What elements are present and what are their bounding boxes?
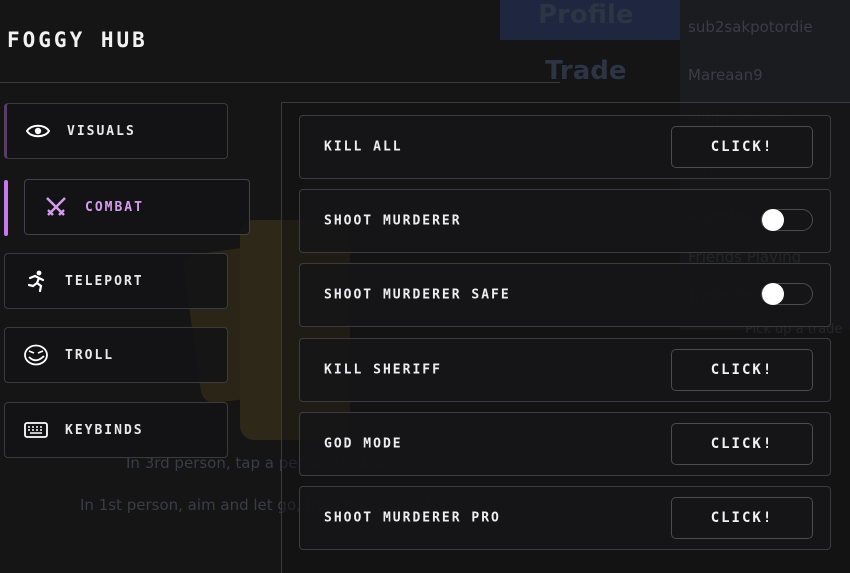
item-shoot-murderer: SHOOT MURDERER — [299, 189, 831, 253]
tab-keybinds[interactable]: KEYBINDS — [4, 402, 228, 458]
running-person-icon — [23, 268, 49, 294]
bg-player-1: sub2sakpotordie — [688, 18, 813, 36]
hub-title: FOGGY HUB — [7, 28, 148, 52]
item-kill-sheriff: KILL SHERIFF CLICK! — [299, 338, 831, 402]
bg-profile-tab-bg — [500, 0, 680, 40]
trollface-icon — [23, 342, 49, 368]
tab-teleport-label: TELEPORT — [65, 273, 144, 289]
shoot-murderer-toggle[interactable] — [761, 209, 813, 231]
item-label: SHOOT MURDERER PRO — [324, 510, 501, 526]
item-shoot-murderer-safe: SHOOT MURDERER SAFE — [299, 263, 831, 327]
tab-troll-label: TROLL — [65, 347, 115, 363]
item-god-mode: GOD MODE CLICK! — [299, 412, 831, 476]
title-divider — [0, 82, 560, 83]
tab-visuals[interactable]: VISUALS — [4, 103, 228, 159]
tab-combat[interactable]: COMBAT — [24, 179, 250, 235]
tab-keybinds-label: KEYBINDS — [65, 422, 144, 438]
item-label: SHOOT MURDERER — [324, 213, 462, 229]
tab-visuals-label: VISUALS — [67, 123, 136, 139]
keyboard-icon — [23, 417, 49, 443]
tab-troll[interactable]: TROLL — [4, 327, 228, 383]
item-kill-all: KILL ALL CLICK! — [299, 115, 831, 179]
item-label: SHOOT MURDERER SAFE — [324, 287, 511, 303]
crossed-swords-icon — [43, 194, 69, 220]
toggle-knob — [762, 283, 784, 305]
bg-player-2: Mareaan9 — [688, 66, 763, 84]
item-label: KILL SHERIFF — [324, 362, 442, 378]
bg-profile-tab: Profile — [538, 0, 634, 30]
item-label: KILL ALL — [324, 139, 403, 155]
toggle-knob — [762, 209, 784, 231]
god-mode-button[interactable]: CLICK! — [671, 423, 813, 465]
tab-combat-label: COMBAT — [85, 199, 144, 215]
item-label: GOD MODE — [324, 436, 403, 452]
active-tab-indicator — [4, 180, 8, 236]
kill-sheriff-button[interactable]: CLICK! — [671, 349, 813, 391]
shoot-murderer-pro-button[interactable]: CLICK! — [671, 497, 813, 539]
shoot-murderer-safe-toggle[interactable] — [761, 283, 813, 305]
kill-all-button[interactable]: CLICK! — [671, 126, 813, 168]
eye-icon — [25, 118, 51, 144]
item-shoot-murderer-pro: SHOOT MURDERER PRO CLICK! — [299, 486, 831, 550]
tab-teleport[interactable]: TELEPORT — [4, 253, 228, 309]
